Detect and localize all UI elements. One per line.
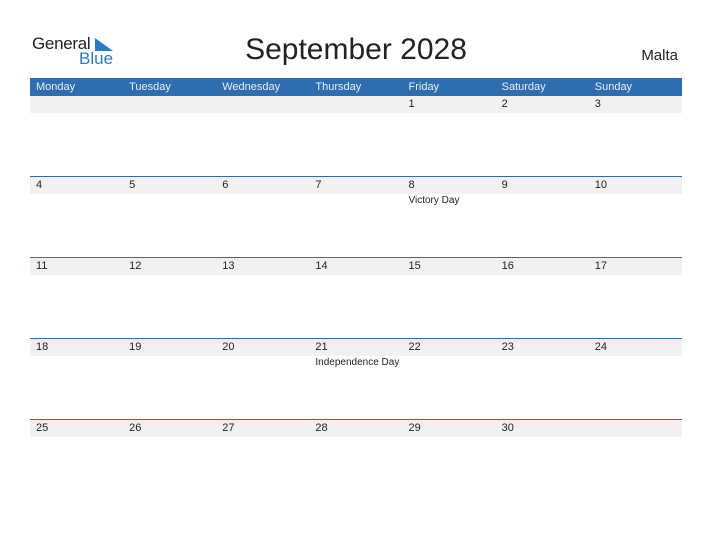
date-cell: 26 xyxy=(129,422,142,434)
date-cell: 28 xyxy=(315,422,328,434)
date-cell xyxy=(30,96,123,113)
date-cell: 13 xyxy=(222,260,235,272)
date-cell: 1 xyxy=(408,98,415,110)
date-strip: 18 19 20 21 22 23 24 xyxy=(30,339,682,356)
date-cell: 10 xyxy=(594,179,607,191)
week-row: 11 12 13 14 15 16 17 xyxy=(30,257,682,275)
date-cell: 29 xyxy=(408,422,421,434)
date-cell: 6 xyxy=(222,179,229,191)
date-cell xyxy=(216,96,309,113)
date-cell: 9 xyxy=(501,179,508,191)
weekday-thursday: Thursday xyxy=(315,81,362,93)
date-cell: 4 xyxy=(36,179,43,191)
date-strip: 25 26 27 28 29 30 xyxy=(30,420,682,437)
date-cell: 11 xyxy=(36,260,48,272)
date-cell: 5 xyxy=(129,179,136,191)
date-strip: 11 12 13 14 15 16 17 xyxy=(30,258,682,275)
weekday-saturday: Saturday xyxy=(501,81,546,93)
event-cell xyxy=(123,356,216,370)
week-row: 4 5 6 7 8 9 10 Victory Day xyxy=(30,176,682,208)
date-cell: 15 xyxy=(408,260,421,272)
event-cell xyxy=(216,356,309,370)
date-cell xyxy=(309,96,402,113)
country-label: Malta xyxy=(641,47,678,64)
event-cell xyxy=(30,194,123,208)
date-cell: 20 xyxy=(222,341,235,353)
date-cell: 18 xyxy=(36,341,49,353)
date-cell: 7 xyxy=(315,179,322,191)
weekday-tuesday: Tuesday xyxy=(129,81,171,93)
date-cell xyxy=(123,96,216,113)
date-cell: 22 xyxy=(408,341,421,353)
weekday-wednesday: Wednesday xyxy=(222,81,281,93)
date-strip: 4 5 6 7 8 9 10 xyxy=(30,177,682,194)
event-cell xyxy=(216,194,309,208)
date-cell: 12 xyxy=(129,260,142,272)
weekday-friday: Friday xyxy=(408,81,440,93)
page-title: September 2028 xyxy=(245,33,467,66)
date-cell: 27 xyxy=(222,422,235,434)
weekday-monday: Monday xyxy=(36,81,76,93)
week-row: 18 19 20 21 22 23 24 Independence Day xyxy=(30,338,682,370)
week-row: 1 2 3 xyxy=(30,96,682,113)
date-cell: 14 xyxy=(315,260,328,272)
event-cell xyxy=(123,194,216,208)
event-cell xyxy=(496,194,589,208)
date-cell: 8 xyxy=(408,179,415,191)
date-cell: 25 xyxy=(36,422,49,434)
event-cell xyxy=(309,194,402,208)
date-cell: 30 xyxy=(501,422,514,434)
date-cell: 24 xyxy=(594,341,607,353)
date-cell: 3 xyxy=(594,98,601,110)
holiday-label: Victory Day xyxy=(408,195,460,206)
date-cell: 17 xyxy=(594,260,607,272)
event-cell xyxy=(589,194,682,208)
weekday-sunday: Sunday xyxy=(594,81,633,93)
date-cell: 21 xyxy=(315,341,328,353)
week-row: 25 26 27 28 29 30 xyxy=(30,419,682,437)
event-cell xyxy=(403,356,496,370)
date-cell: 19 xyxy=(129,341,142,353)
event-cell xyxy=(30,356,123,370)
holiday-label: Independence Day xyxy=(315,357,400,368)
event-cell xyxy=(589,356,682,370)
date-cell: 23 xyxy=(501,341,514,353)
date-cell xyxy=(589,420,682,437)
date-strip: 1 2 3 xyxy=(30,96,682,113)
weekday-header: Monday Tuesday Wednesday Thursday Friday… xyxy=(30,78,682,96)
date-cell: 2 xyxy=(501,98,508,110)
date-cell: 16 xyxy=(501,260,514,272)
event-cell xyxy=(496,356,589,370)
